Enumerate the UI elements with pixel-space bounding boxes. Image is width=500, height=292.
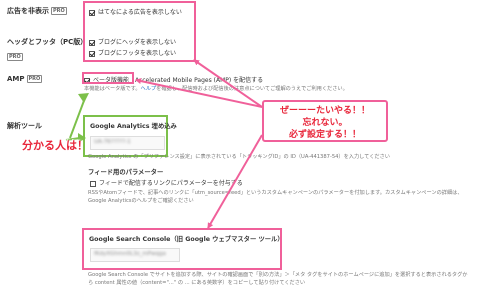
- speech-bubble: ぜーーーたいやる！！ 忘れない。 必ず設定する！！: [262, 100, 388, 142]
- speech-line-2: 忘れない。: [302, 118, 348, 128]
- speech-line-1: ぜーーーたいやる！！: [279, 106, 370, 116]
- pink-arrow-to-gsc: [207, 134, 263, 229]
- pink-arrows: [135, 59, 263, 229]
- left-callout-text: 分かる人は！: [22, 139, 88, 152]
- green-arrows: [65, 93, 89, 143]
- speech-line-3: 必ず設定する！！: [288, 130, 361, 140]
- green-arrow-to-amp: [69, 97, 86, 139]
